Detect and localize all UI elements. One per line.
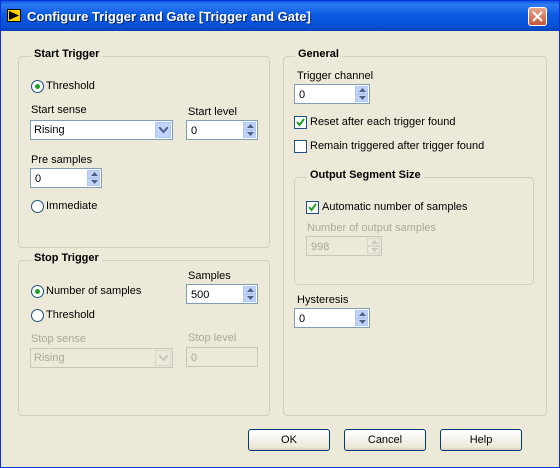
samples-stepper[interactable]: 500 [186, 284, 258, 304]
number-output-samples-label: Number of output samples [307, 222, 437, 234]
spin-up-icon[interactable] [355, 310, 368, 318]
spin-down-icon[interactable] [87, 178, 100, 186]
samples-label: Samples [188, 270, 231, 282]
stop-threshold-radio[interactable] [31, 309, 44, 322]
automatic-samples-checkbox[interactable] [306, 201, 319, 214]
pre-samples-value: 0 [35, 173, 42, 185]
automatic-samples-label: Automatic number of samples [322, 201, 468, 213]
general-title: General [295, 48, 342, 60]
start-sense-select[interactable]: Rising [30, 120, 173, 140]
start-threshold-label: Threshold [46, 80, 95, 92]
start-level-stepper[interactable]: 0 [186, 120, 258, 140]
number-output-samples-value: 998 [311, 241, 330, 253]
dialog-window: Configure Trigger and Gate [Trigger and … [0, 0, 560, 468]
chevron-down-icon[interactable] [155, 122, 171, 138]
start-level-value: 0 [191, 125, 198, 137]
reset-after-trigger-label: Reset after each trigger found [310, 116, 456, 128]
remain-triggered-label: Remain triggered after trigger found [310, 140, 485, 152]
samples-value: 500 [191, 289, 210, 301]
close-button[interactable] [528, 7, 547, 26]
start-sense-label: Start sense [31, 104, 87, 116]
spin-up-icon[interactable] [87, 170, 100, 178]
checkmark-icon [296, 118, 305, 127]
spin-up-icon[interactable] [243, 122, 256, 130]
spin-up-icon [367, 238, 380, 246]
stop-trigger-title: Stop Trigger [31, 252, 102, 264]
help-button[interactable]: Help [440, 429, 522, 451]
immediate-radio[interactable] [31, 200, 44, 213]
window-title: Configure Trigger and Gate [Trigger and … [27, 9, 311, 24]
stop-level-label: Stop level [188, 332, 237, 344]
hysteresis-stepper[interactable]: 0 [294, 308, 370, 328]
spin-down-icon[interactable] [355, 94, 368, 102]
reset-after-trigger-checkbox[interactable] [294, 116, 307, 129]
hysteresis-value: 0 [299, 313, 306, 325]
number-of-samples-radio[interactable] [31, 285, 44, 298]
trigger-channel-stepper[interactable]: 0 [294, 84, 370, 104]
hysteresis-label: Hysteresis [297, 294, 349, 306]
number-of-samples-label: Number of samples [46, 285, 142, 297]
title-bar[interactable]: Configure Trigger and Gate [Trigger and … [1, 1, 559, 31]
output-segment-title: Output Segment Size [307, 169, 424, 181]
cancel-button[interactable]: Cancel [344, 429, 426, 451]
checkmark-icon [308, 203, 317, 212]
spin-up-icon[interactable] [243, 286, 256, 294]
stop-threshold-label: Threshold [46, 309, 95, 321]
start-threshold-radio[interactable] [31, 80, 44, 93]
ok-button[interactable]: OK [248, 429, 330, 451]
spin-down-icon[interactable] [243, 130, 256, 138]
remain-triggered-checkbox[interactable] [294, 140, 307, 153]
spin-down-icon[interactable] [355, 318, 368, 326]
stop-sense-select: Rising [30, 348, 173, 368]
pre-samples-label: Pre samples [31, 154, 93, 166]
stop-level-value: 0 [191, 352, 198, 364]
spin-up-icon[interactable] [355, 86, 368, 94]
stop-sense-label: Stop sense [31, 333, 87, 345]
number-output-samples-stepper: 998 [306, 236, 382, 256]
start-trigger-title: Start Trigger [31, 48, 103, 60]
spin-down-icon [367, 246, 380, 254]
start-sense-value: Rising [34, 124, 65, 136]
pre-samples-stepper[interactable]: 0 [30, 168, 102, 188]
start-level-label: Start level [188, 106, 237, 118]
labview-vi-icon [7, 9, 21, 22]
stop-sense-value: Rising [34, 352, 65, 364]
chevron-down-icon [155, 350, 171, 366]
spin-down-icon[interactable] [243, 294, 256, 302]
trigger-channel-label: Trigger channel [297, 70, 374, 82]
close-icon [532, 11, 543, 22]
trigger-channel-value: 0 [299, 89, 306, 101]
immediate-label: Immediate [46, 200, 98, 212]
stop-level-stepper: 0 [186, 347, 258, 367]
